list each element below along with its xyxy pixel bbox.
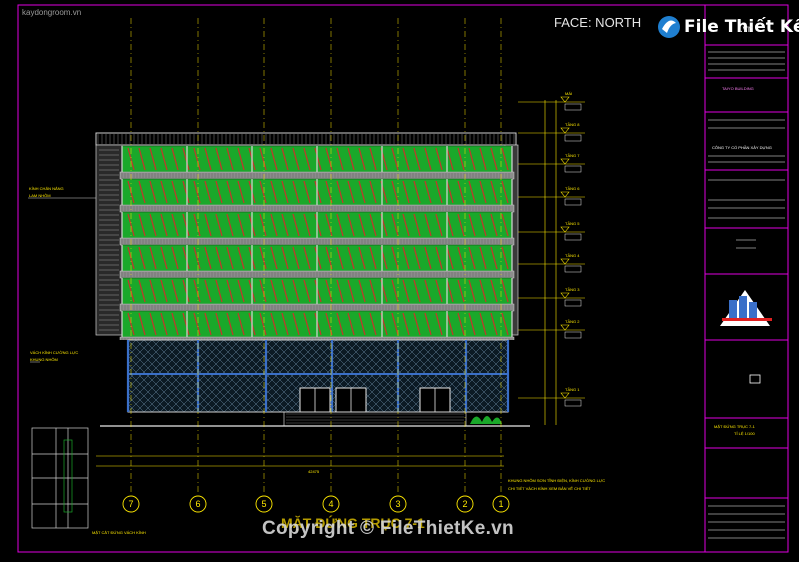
level-value-box xyxy=(564,265,582,273)
copyright-watermark: Copyright © FileThietKe.vn xyxy=(262,518,514,539)
wall-section-detail xyxy=(31,427,89,529)
level-marker xyxy=(560,96,570,103)
annotation-aluminum-louver: LAM NHÔM xyxy=(29,193,51,198)
general-note-1: KHUNG NHÔM SƠN TĨNH ĐIỆN, KÍNH CƯỜNG LỰC xyxy=(508,478,606,483)
level-marker xyxy=(560,127,570,134)
level-marker xyxy=(560,258,570,265)
level-value-box xyxy=(564,233,582,241)
level-value-box xyxy=(564,134,582,142)
level-value-box xyxy=(564,331,582,339)
axis-label: 1 xyxy=(498,499,504,509)
level-marker xyxy=(560,292,570,299)
level-label: TẦNG 5 xyxy=(565,221,580,226)
cad-viewport: kaydongroom.vn FACE: NORTH File Thiết Kế… xyxy=(0,0,799,557)
shrub xyxy=(470,416,502,424)
annotation-tempered-glass: VÁCH KÍNH CƯỜNG LỰC xyxy=(30,350,79,355)
axis-label: 7 xyxy=(128,499,134,509)
level-label: TẦNG 7 xyxy=(565,153,580,158)
company-logo xyxy=(720,290,772,384)
annotation-wall-section: MẶT CẮT ĐỨNG VÁCH KÍNH xyxy=(92,530,146,535)
building-elevation xyxy=(40,100,598,467)
title-block-scale: TỈ LỆ 1/100 xyxy=(734,431,755,436)
level-label: TẦNG 3 xyxy=(565,287,580,292)
overall-dimension: 42475 xyxy=(308,469,320,474)
level-value-box xyxy=(564,165,582,173)
logo-domain: .vn xyxy=(740,24,754,35)
level-marker xyxy=(560,158,570,165)
axis-label: 3 xyxy=(395,499,401,509)
level-value-box xyxy=(564,299,582,307)
axis-label: 5 xyxy=(261,499,267,509)
logo-icon xyxy=(658,16,680,38)
level-label: TẦNG 1 xyxy=(565,387,580,392)
level-label: TẦNG 6 xyxy=(565,186,580,191)
general-note-2: CHI TIẾT VÁCH KÍNH XEM BẢN VẼ CHI TIẾT xyxy=(508,486,591,491)
level-label: TẦNG 4 xyxy=(565,253,580,258)
annotation-sunshade-glass: KÍNH CHẮN NẮNG xyxy=(29,186,64,191)
face-label: FACE: NORTH xyxy=(554,15,642,30)
level-label: TẦNG 2 xyxy=(565,319,580,324)
axis-label: 4 xyxy=(328,499,334,509)
title-block-company: CÔNG TY CỔ PHẦN XÂY DỰNG xyxy=(712,145,772,150)
level-value-box xyxy=(564,103,582,111)
level-label: MÁI xyxy=(565,91,573,96)
annotation-aluminum-frame: KHUNG NHÔM xyxy=(30,357,58,362)
level-marker xyxy=(560,324,570,331)
axis-label: 2 xyxy=(462,499,468,509)
level-value-box xyxy=(564,198,582,206)
title-block-building: TAIYO BUILDING xyxy=(722,86,754,91)
level-marker xyxy=(560,191,570,198)
level-marker xyxy=(560,226,570,233)
title-block-sheet-title: MẶT ĐỨNG TRỤC 7-1 xyxy=(714,424,755,429)
axis-label: 6 xyxy=(195,499,201,509)
mesh-mask-right xyxy=(508,340,598,412)
elevation-drawing xyxy=(17,4,789,553)
level-label: TẦNG 8 xyxy=(565,122,580,127)
top-watermark: kaydongroom.vn xyxy=(22,8,82,17)
